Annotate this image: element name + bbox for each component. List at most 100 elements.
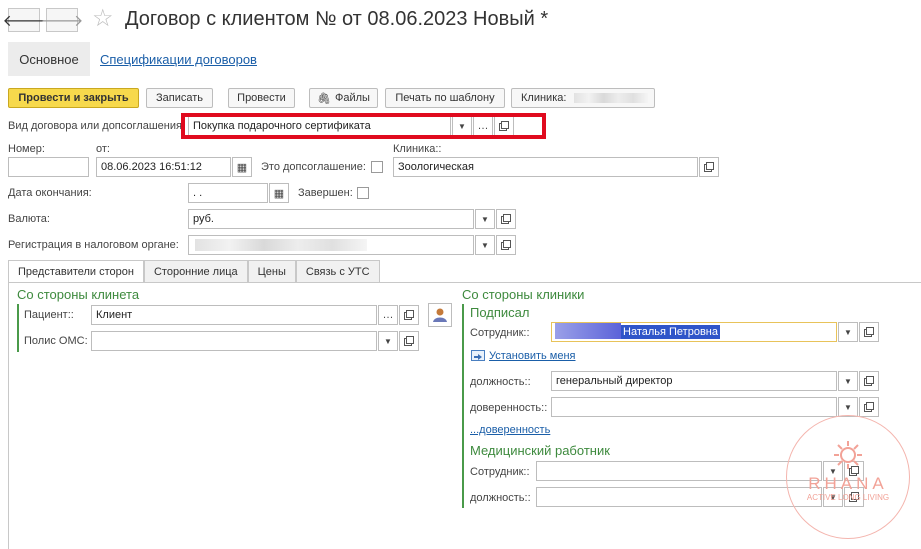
paperclip-icon: 🖇 <box>317 92 331 105</box>
post-button[interactable]: Провести <box>228 88 295 108</box>
medical-worker-title: Медицинский работник <box>470 443 610 458</box>
print-template-button[interactable]: Печать по шаблону <box>385 88 505 108</box>
clinic-side-bar <box>462 304 464 508</box>
end-date-field[interactable]: . . <box>188 183 268 203</box>
position-dropdown[interactable]: ▼ <box>838 371 858 391</box>
chevron-down-icon: ▼ <box>384 336 392 346</box>
panel-border <box>8 282 9 549</box>
power-of-attorney-dropdown[interactable]: ▼ <box>838 397 858 417</box>
medical-position-label: должность:: <box>470 492 531 504</box>
calendar-icon: ▦ <box>273 187 285 200</box>
date-field[interactable]: 08.06.2023 16:51:12 <box>96 157 231 177</box>
back-button[interactable]: 🡐 <box>3 8 45 32</box>
position-label: должность:: <box>470 376 531 388</box>
open-icon <box>404 336 414 346</box>
post-and-close-button[interactable]: Провести и закрыть <box>8 88 139 108</box>
currency-label: Валюта: <box>8 213 50 225</box>
set-me-link[interactable]: Установить меня <box>489 350 576 362</box>
end-date-calendar-button[interactable]: ▦ <box>269 183 289 203</box>
medical-position-field[interactable] <box>536 487 822 507</box>
position-field[interactable]: генеральный директор <box>551 371 837 391</box>
tax-registration-field[interactable] <box>188 235 474 255</box>
tab-parties[interactable]: Представители сторон <box>8 260 144 282</box>
addendum-checkbox[interactable] <box>371 161 383 173</box>
signed-title: Подписал <box>470 305 530 320</box>
currency-dropdown[interactable]: ▼ <box>475 209 495 229</box>
addendum-label: Это допсоглашение: <box>261 161 366 173</box>
tab-specifications[interactable]: Спецификации договоров <box>100 52 257 67</box>
tab-divider <box>8 282 921 283</box>
completed-checkbox[interactable] <box>357 187 369 199</box>
chevron-down-icon: ▼ <box>844 402 852 412</box>
save-button[interactable]: Записать <box>146 88 213 108</box>
power-of-attorney-field[interactable] <box>551 397 837 417</box>
currency-field[interactable]: руб. <box>188 209 474 229</box>
redacted-value <box>195 239 367 251</box>
watermark-tagline: ACTIVE LONG LIVING <box>806 493 890 502</box>
calendar-icon: ▦ <box>236 161 248 174</box>
oms-open-button[interactable] <box>399 331 419 351</box>
open-icon <box>864 402 874 412</box>
patient-icon <box>433 308 447 322</box>
clinic-field[interactable]: Зоологическая <box>393 157 698 177</box>
set-me-icon <box>471 350 485 361</box>
patient-card-button[interactable] <box>428 303 452 327</box>
calendar-button[interactable]: ▦ <box>232 157 252 177</box>
redacted-value <box>555 323 621 339</box>
page-title: Договор с клиентом № от 08.06.2023 Новый… <box>125 8 549 30</box>
clinic-open-button[interactable] <box>699 157 719 177</box>
employee-dropdown[interactable]: ▼ <box>838 322 858 342</box>
currency-open-button[interactable] <box>496 209 516 229</box>
watermark-brand: RHANA <box>808 474 888 493</box>
chevron-down-icon: ▼ <box>481 240 489 250</box>
open-icon <box>864 376 874 386</box>
chevron-down-icon: ▼ <box>844 376 852 386</box>
oms-label: Полис ОМС: <box>24 335 88 347</box>
tab-third-parties[interactable]: Сторонние лица <box>143 260 248 282</box>
tax-registration-label: Регистрация в налоговом органе: <box>8 239 179 251</box>
star-icon[interactable]: ☆ <box>92 4 114 33</box>
number-label: Номер: <box>8 143 45 155</box>
employee-open-button[interactable] <box>859 322 879 342</box>
oms-dropdown[interactable]: ▼ <box>378 331 398 351</box>
tab-main[interactable]: Основное <box>8 42 90 76</box>
patient-select-button[interactable]: … <box>378 305 398 325</box>
clinic-side-title: Со стороны клиники <box>462 287 585 302</box>
client-side-title: Со стороны клинета <box>17 287 140 302</box>
employee-value: Наталья Петровна <box>621 325 720 339</box>
patient-open-button[interactable] <box>399 305 419 325</box>
highlight-frame <box>181 113 546 139</box>
tax-registration-dropdown[interactable]: ▼ <box>475 235 495 255</box>
arrow-right-icon: 🡒 <box>40 12 84 30</box>
clinic-button-label: Клиника: <box>521 92 567 104</box>
open-icon <box>501 240 511 250</box>
files-label: Файлы <box>335 92 370 104</box>
completed-label: Завершен: <box>298 187 353 199</box>
oms-field[interactable] <box>91 331 377 351</box>
end-date-label: Дата окончания: <box>8 187 92 199</box>
tab-prices[interactable]: Цены <box>247 260 296 282</box>
redacted-value <box>574 93 648 103</box>
clinic-button[interactable]: Клиника: <box>511 88 655 108</box>
patient-field[interactable]: Клиент <box>91 305 377 325</box>
tax-registration-open-button[interactable] <box>496 235 516 255</box>
number-field[interactable] <box>8 157 89 177</box>
medical-employee-label: Сотрудник:: <box>470 466 530 478</box>
inner-tabs: Представители сторон Сторонние лица Цены… <box>8 260 380 282</box>
tab-uts-link[interactable]: Связь с УТС <box>295 260 380 282</box>
clinic-label: Клиника:: <box>393 143 442 155</box>
power-of-attorney-open-button[interactable] <box>859 397 879 417</box>
open-icon <box>501 214 511 224</box>
forward-button[interactable]: 🡒 <box>41 8 83 32</box>
arrow-left-icon: 🡐 <box>2 12 46 30</box>
client-side-bar <box>17 304 19 352</box>
power-of-attorney-link[interactable]: ...доверенность <box>470 424 550 436</box>
contract-type-label: Вид договора или допсоглашения: <box>8 120 185 132</box>
position-open-button[interactable] <box>859 371 879 391</box>
open-icon <box>704 162 714 172</box>
open-icon <box>404 310 414 320</box>
patient-label: Пациент:: <box>24 309 74 321</box>
medical-employee-field[interactable] <box>536 461 822 481</box>
files-button[interactable]: 🖇 Файлы <box>309 88 378 108</box>
from-label: от: <box>96 143 110 155</box>
